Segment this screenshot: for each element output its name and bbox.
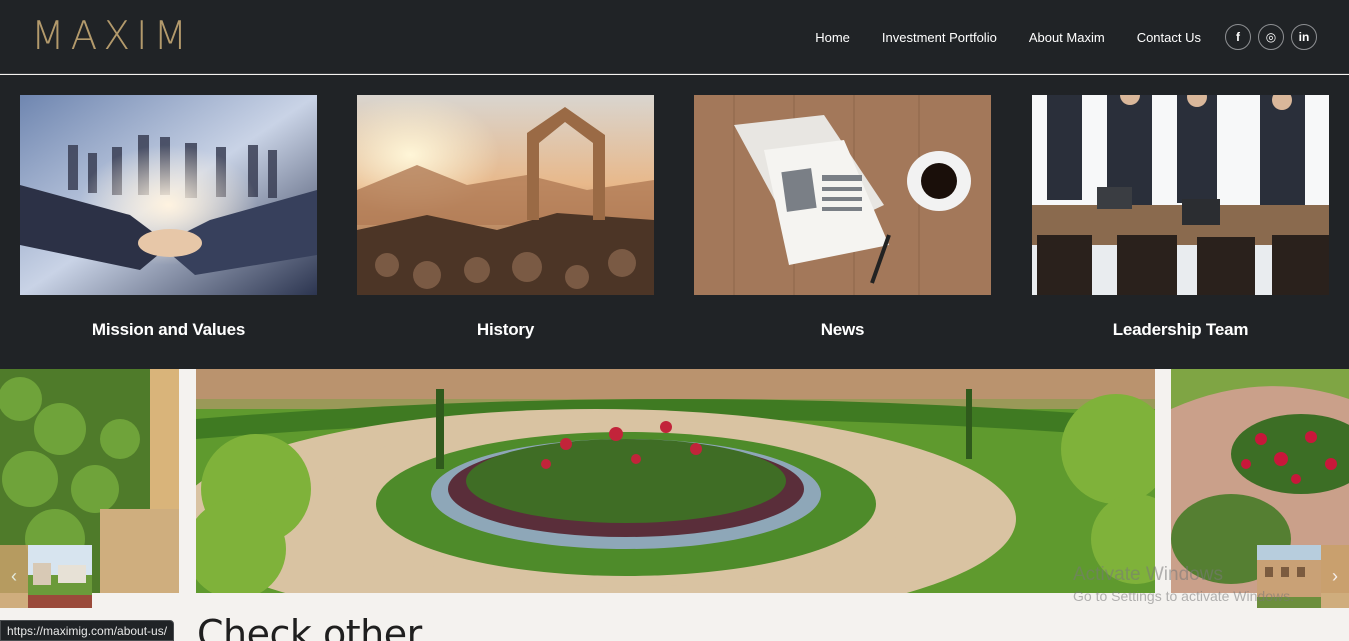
- instagram-icon[interactable]: ◎: [1258, 24, 1284, 50]
- dropdown-card-mission[interactable]: Mission and Values: [20, 95, 317, 340]
- dropdown-card-label[interactable]: News: [694, 320, 991, 340]
- page: MAXIM Home Investment Portfolio About Ma…: [0, 0, 1349, 641]
- main-nav: Home Investment Portfolio About Maxim Co…: [783, 0, 1201, 74]
- watermark-title: Activate Windows: [1073, 564, 1223, 585]
- top-navigation-bar: MAXIM Home Investment Portfolio About Ma…: [0, 0, 1349, 74]
- linkedin-icon[interactable]: in: [1291, 24, 1317, 50]
- nav-investment-portfolio-link[interactable]: Investment Portfolio: [882, 30, 997, 45]
- house-frame-sunset-image[interactable]: [357, 95, 654, 295]
- about-dropdown-menu: Mission and Values History News Leadersh…: [0, 75, 1349, 369]
- dropdown-card-leadership[interactable]: Leadership Team: [1032, 95, 1329, 340]
- dropdown-card-label[interactable]: Leadership Team: [1032, 320, 1329, 340]
- slider-prev-button[interactable]: ‹: [0, 545, 28, 608]
- dropdown-card-news[interactable]: News: [694, 95, 991, 340]
- nav-home-link[interactable]: Home: [815, 30, 850, 45]
- slider-next-button[interactable]: ›: [1321, 545, 1349, 608]
- windows-activation-watermark: Activate Windows Go to Settings to activ…: [1073, 564, 1294, 604]
- section-heading: Check other: [197, 612, 422, 641]
- watermark-subtitle: Go to Settings to activate Windows.: [1073, 588, 1294, 604]
- nav-contact-us-link[interactable]: Contact Us: [1137, 30, 1201, 45]
- prev-slide-thumbnail[interactable]: [28, 545, 92, 608]
- facebook-icon[interactable]: f: [1225, 24, 1251, 50]
- social-links: f ◎ in: [1218, 24, 1317, 50]
- newspaper-coffee-image[interactable]: [694, 95, 991, 295]
- business-meeting-image[interactable]: [1032, 95, 1329, 295]
- dropdown-card-label[interactable]: Mission and Values: [20, 320, 317, 340]
- maxim-logo[interactable]: MAXIM: [31, 13, 193, 61]
- slide-current-image[interactable]: [196, 369, 1155, 593]
- dropdown-card-label[interactable]: History: [357, 320, 654, 340]
- dropdown-card-history[interactable]: History: [357, 95, 654, 340]
- browser-status-url: https://maximig.com/about-us/: [0, 620, 175, 641]
- business-handshake-image[interactable]: [20, 95, 317, 295]
- nav-about-maxim-link[interactable]: About Maxim: [1029, 30, 1105, 45]
- garden-image-slider: ‹ ›: [0, 369, 1349, 608]
